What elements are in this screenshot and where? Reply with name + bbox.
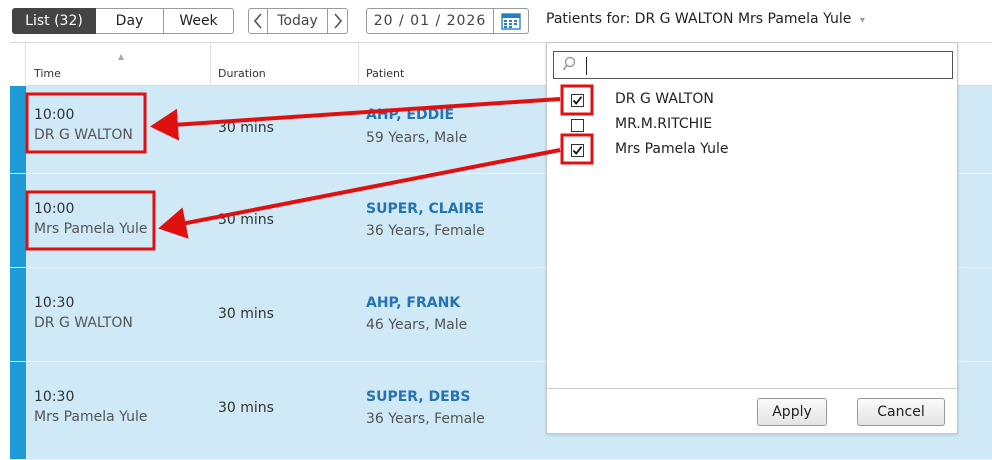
previous-day-button[interactable]: [248, 8, 268, 34]
appointment-duration: 30 mins: [218, 212, 274, 228]
row-status-stripe: [10, 174, 26, 267]
chevron-left-icon: [253, 13, 262, 29]
clinician-search-box[interactable]: [553, 51, 953, 79]
patient-details: 36 Years, Female: [366, 411, 485, 427]
calendar-button[interactable]: [493, 9, 528, 33]
search-icon: [562, 56, 576, 71]
calendar-icon: [501, 13, 521, 30]
toolbar: List (32) Day Week Today 20 / 01 / 2026: [0, 0, 992, 42]
row-status-stripe: [10, 86, 26, 173]
date-field[interactable]: 20 / 01 / 2026: [367, 9, 493, 33]
patient-name-link[interactable]: SUPER, DEBS: [366, 389, 470, 405]
chevron-right-icon: [333, 13, 342, 29]
option-label: Mrs Pamela Yule: [615, 141, 729, 157]
view-toggle: List (32) Day Week: [12, 8, 234, 34]
appointment-duration: 30 mins: [218, 120, 274, 136]
patient-name-link[interactable]: SUPER, CLAIRE: [366, 201, 484, 217]
appointment-time: 10:30: [34, 389, 75, 405]
option-label: MR.M.RITCHIE: [615, 116, 713, 132]
clinician-option[interactable]: DR G WALTON: [571, 90, 714, 110]
clinician-option[interactable]: MR.M.RITCHIE: [571, 115, 712, 135]
patient-name-link[interactable]: AHP, FRANK: [366, 295, 460, 311]
dropdown-caret-icon: ▾: [859, 15, 865, 26]
date-picker[interactable]: 20 / 01 / 2026: [366, 8, 529, 34]
list-view-button[interactable]: List (32): [12, 8, 96, 34]
appointment-time: 10:00: [34, 107, 75, 123]
clinician-search-input[interactable]: [584, 54, 944, 76]
clinician-picker-panel: DR G WALTON MR.M.RITCHIE Mrs Pamela Yule…: [546, 42, 958, 434]
cancel-button[interactable]: Cancel: [857, 398, 945, 426]
next-day-button[interactable]: [328, 8, 348, 34]
appointment-clinician: DR G WALTON: [34, 127, 133, 143]
checkmark-icon: [572, 95, 583, 105]
clinician-option[interactable]: Mrs Pamela Yule: [571, 140, 728, 160]
appointment-duration: 30 mins: [218, 400, 274, 416]
picker-footer: Apply Cancel: [547, 388, 957, 434]
option-label: DR G WALTON: [615, 91, 714, 107]
sort-ascending-icon: ▲: [118, 52, 125, 61]
apply-button[interactable]: Apply: [757, 398, 827, 426]
row-status-stripe: [10, 268, 26, 361]
patient-name-link[interactable]: AHP, EDDIE: [366, 107, 454, 123]
option-checkbox[interactable]: [571, 143, 584, 157]
column-divider: [210, 43, 211, 87]
appointment-duration: 30 mins: [218, 306, 274, 322]
column-header-duration[interactable]: Duration: [218, 67, 266, 80]
column-header-patient[interactable]: Patient: [366, 67, 404, 80]
appointment-time: 10:00: [34, 201, 75, 217]
week-view-button[interactable]: Week: [164, 8, 234, 34]
day-view-button[interactable]: Day: [96, 8, 164, 34]
appointment-time: 10:30: [34, 295, 75, 311]
patients-for-dropdown[interactable]: Patients for: DR G WALTON Mrs Pamela Yul…: [546, 11, 865, 27]
column-header-time[interactable]: Time: [34, 67, 61, 80]
row-status-stripe: [10, 362, 26, 459]
date-navigation: Today: [248, 8, 348, 34]
appointment-clinician: DR G WALTON: [34, 315, 133, 331]
appointment-clinician: Mrs Pamela Yule: [34, 409, 148, 425]
today-button[interactable]: Today: [268, 8, 328, 34]
patient-details: 36 Years, Female: [366, 223, 485, 239]
patients-for-label: Patients for: DR G WALTON Mrs Pamela Yul…: [546, 11, 852, 27]
column-divider: [358, 43, 359, 87]
option-checkbox[interactable]: [571, 93, 584, 107]
option-checkbox[interactable]: [571, 118, 584, 132]
appointment-clinician: Mrs Pamela Yule: [34, 221, 148, 237]
patient-details: 46 Years, Male: [366, 317, 468, 333]
header-left-gutter: [10, 43, 26, 87]
checkmark-icon: [572, 145, 583, 155]
patient-details: 59 Years, Male: [366, 130, 468, 146]
